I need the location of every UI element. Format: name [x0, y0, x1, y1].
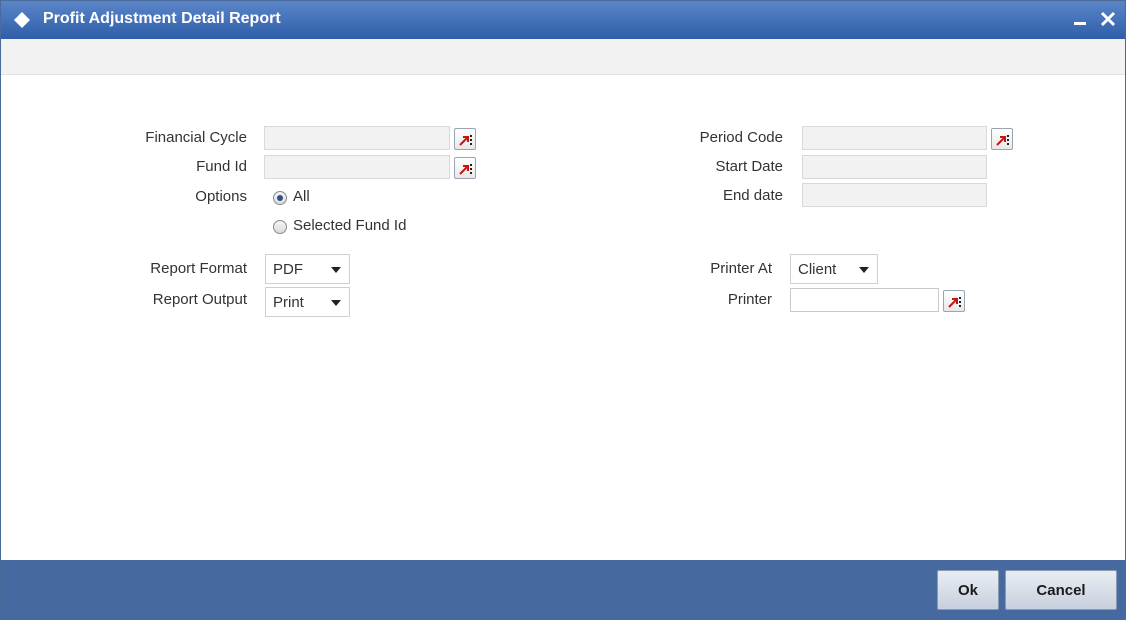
- financial-cycle-field[interactable]: [264, 126, 450, 150]
- report-output-label: Report Output: [152, 291, 247, 308]
- report-window: Profit Adjustment Detail Report Financia…: [0, 0, 1126, 620]
- printer-at-label: Printer At: [710, 260, 772, 277]
- period-code-label: Period Code: [699, 129, 783, 146]
- window-title: Profit Adjustment Detail Report: [43, 10, 281, 27]
- chevron-down-icon: [331, 300, 341, 306]
- radio-selected-fund-id-label: Selected Fund Id: [293, 217, 407, 234]
- cancel-button[interactable]: Cancel: [1005, 570, 1117, 610]
- chevron-down-icon: [859, 267, 869, 273]
- toolbar-strip: [1, 39, 1125, 75]
- radio-all[interactable]: [273, 191, 287, 205]
- financial-cycle-label: Financial Cycle: [145, 129, 247, 146]
- title-bar[interactable]: Profit Adjustment Detail Report: [1, 1, 1125, 39]
- diamond-icon: [13, 11, 31, 29]
- chevron-down-icon: [331, 267, 341, 273]
- fund-id-lov-icon[interactable]: [454, 157, 476, 179]
- ok-button[interactable]: Ok: [937, 570, 999, 610]
- start-date-field[interactable]: [802, 155, 987, 179]
- financial-cycle-lov-icon[interactable]: [454, 128, 476, 150]
- options-label: Options: [195, 188, 247, 205]
- report-format-label: Report Format: [150, 260, 247, 277]
- report-output-value: Print: [273, 294, 304, 311]
- period-code-field[interactable]: [802, 126, 987, 150]
- end-date-label: End date: [722, 187, 783, 204]
- printer-at-value: Client: [798, 261, 837, 278]
- end-date-field[interactable]: [802, 183, 987, 207]
- report-format-value: PDF: [273, 261, 303, 278]
- radio-all-label: All: [293, 188, 310, 205]
- footer-bar: Ok Cancel: [1, 560, 1125, 619]
- printer-label: Printer: [727, 291, 772, 308]
- printer-lov-icon[interactable]: [943, 290, 965, 312]
- printer-at-select[interactable]: Client: [790, 254, 878, 284]
- fund-id-field[interactable]: [264, 155, 450, 179]
- report-format-select[interactable]: PDF: [265, 254, 350, 284]
- period-code-lov-icon[interactable]: [991, 128, 1013, 150]
- fund-id-label: Fund Id: [196, 158, 247, 175]
- printer-field[interactable]: [790, 288, 939, 312]
- close-icon[interactable]: [1097, 7, 1119, 31]
- report-output-select[interactable]: Print: [265, 287, 350, 317]
- radio-selected-fund-id[interactable]: [273, 220, 287, 234]
- minimize-icon[interactable]: [1069, 7, 1091, 31]
- start-date-label: Start Date: [715, 158, 783, 175]
